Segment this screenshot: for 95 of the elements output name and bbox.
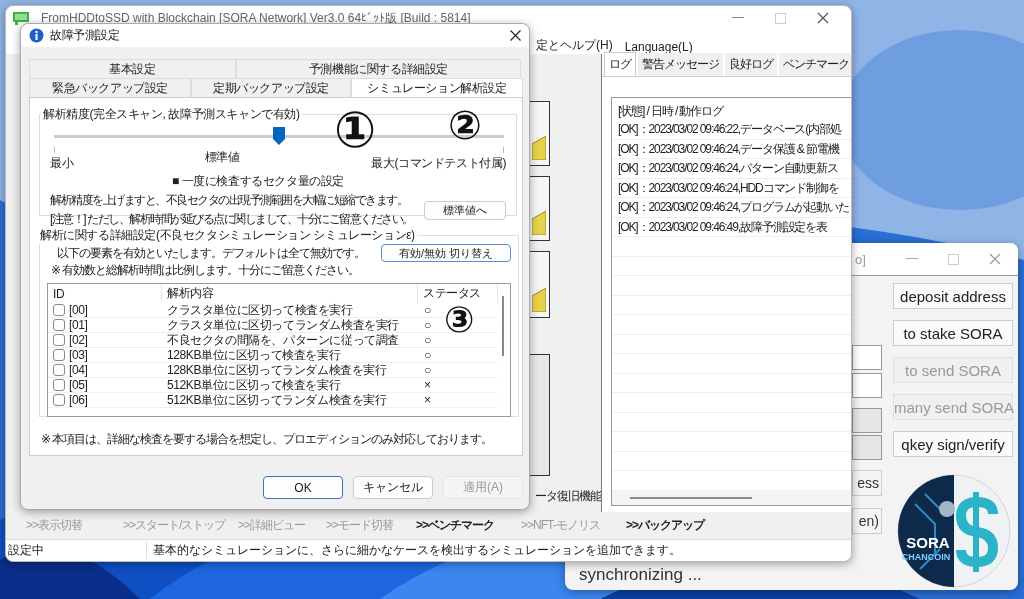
sync-status: synchronizing ... xyxy=(578,565,703,585)
column-header[interactable]: 解析内容 xyxy=(162,284,418,303)
settings-tab[interactable]: 緊急バックアップ設定 xyxy=(29,78,191,97)
note-text: ※ 本項目は、詳細な検査を要する場合を想定し、プロエディションのみ対応しております。 xyxy=(40,431,494,448)
menu-item[interactable]: 定とヘルプ(H) xyxy=(536,37,613,54)
log-tab[interactable]: 良好ログ xyxy=(725,53,777,76)
slider-label: 最小 xyxy=(50,155,74,172)
wallet-button[interactable]: qkey sign/verify xyxy=(893,431,1013,457)
checkbox[interactable] xyxy=(53,304,65,316)
table-cell: [04] xyxy=(69,363,88,377)
wallet-button[interactable]: to stake SORA xyxy=(893,320,1013,346)
menu-item[interactable]: Language(L) xyxy=(624,40,693,54)
table-cell: [06] xyxy=(69,393,88,407)
log-entry: [OK]：2023/03/02 09:46:24,HDDコマンド制御を xyxy=(612,178,851,198)
table-cell: ○ xyxy=(424,348,431,362)
input-field[interactable] xyxy=(852,408,882,433)
table-cell: × xyxy=(424,378,431,392)
description-text: 解析精度を上げますと、不良セクタの出現予測範囲を大幅に短縮できます。 xyxy=(50,192,408,209)
setting-caption: ■ 一度に検査するセクタ量の設定 xyxy=(170,173,346,190)
scrollbar-thumb[interactable] xyxy=(502,296,504,356)
slider-label: 標準値 xyxy=(204,149,240,166)
minimize-icon[interactable] xyxy=(906,258,918,260)
log-entry: [OK]：2023/03/02 09:46:22,データベース(内部処 xyxy=(612,120,851,140)
logo-text: SORA xyxy=(906,534,950,551)
slider-thumb[interactable] xyxy=(273,127,285,145)
group-title: 解析に関する詳細設定(不良セクタシミュレーション シミュレーションε) xyxy=(39,227,416,244)
log-entry: [OK]：2023/03/02 09:46:24,プログラムが起動いた xyxy=(612,198,851,218)
table-cell: クラスタ単位に区切って検査を実行 xyxy=(167,302,353,317)
wallet-button[interactable]: deposit address xyxy=(893,283,1013,309)
table-cell: 不良セクタの間隔を、パターンに従って調査 xyxy=(167,332,399,347)
table-cell: ○ xyxy=(424,363,431,377)
checkbox[interactable] xyxy=(53,379,65,391)
table-cell: [05] xyxy=(69,378,88,392)
table-cell: 128KB単位に区切って検査を実行 xyxy=(167,347,341,362)
log-header: [状態] / 日時 / 動作ログ xyxy=(617,103,725,120)
description-text: ※ 有効数と総解析時間は比例します。十分にご留意ください。 xyxy=(50,263,360,277)
group-title: 解析精度(完全スキャン, 故障予測スキャンで有効) xyxy=(42,106,301,123)
minimize-icon[interactable] xyxy=(732,17,744,19)
window-title: o] xyxy=(855,251,866,267)
column-header[interactable]: ステータス xyxy=(418,284,498,303)
callout-number: ② xyxy=(448,104,482,146)
table-cell: [01] xyxy=(69,318,88,332)
app-icon xyxy=(13,11,29,25)
table-cell: クラスタ単位に区切ってランダム検査を実行 xyxy=(167,317,399,332)
callout-number: ① xyxy=(334,104,377,157)
table-cell: [02] xyxy=(69,333,88,347)
dialog-title: 故障予測設定 xyxy=(50,27,120,44)
close-icon[interactable] xyxy=(817,12,829,24)
checkbox[interactable] xyxy=(53,334,65,346)
checkbox[interactable] xyxy=(53,319,65,331)
checkbox[interactable] xyxy=(53,349,65,361)
input-field[interactable] xyxy=(852,435,882,460)
settings-tab[interactable]: シミュレーション解析設定 xyxy=(351,78,523,97)
input-field[interactable] xyxy=(852,373,882,398)
window-title: FromHDDtoSSD with Blockchain [SORA Network] Ver3.0 64ﾋﾞｯﾄ版 [Build : 5814] xyxy=(41,11,471,25)
wallet-button[interactable]: en) xyxy=(852,508,882,534)
table-cell: [03] xyxy=(69,348,88,362)
table-cell: 512KB単位に区切ってランダム検査を実行 xyxy=(167,392,387,407)
table-cell: ○ xyxy=(424,303,431,317)
table-cell: 512KB単位に区切って検査を実行 xyxy=(167,377,341,392)
feature-label: ータ復旧機能 xyxy=(535,488,601,505)
description-text: 以下の要素を有効といたします。デフォルトは全て無効です。 xyxy=(56,244,365,262)
log-entry: [OK]：2023/03/02 09:46:24,パターン自動更新ス xyxy=(612,159,851,179)
callout-number: ③ xyxy=(444,301,475,339)
status-text: 設定中 xyxy=(6,542,147,559)
log-entry: [OK]：2023/03/02 09:46:49,故障予測設定を表 xyxy=(612,217,851,237)
slider-label: 最大(コマンドテスト付属) xyxy=(371,155,506,172)
close-icon[interactable] xyxy=(510,30,521,41)
checkbox[interactable] xyxy=(53,394,65,406)
status-message: 基本的なシミュレーションに、さらに細かなケースを検出するシミュレーションを追加できます。 xyxy=(152,542,681,559)
log-tab[interactable]: 警告メッセージ xyxy=(638,53,723,76)
dialog-button[interactable]: キャンセル xyxy=(353,476,433,499)
checkbox[interactable] xyxy=(53,364,65,376)
log-tab[interactable]: ベンチマーク xyxy=(779,53,851,76)
nav-link[interactable]: >>ベンチマーク xyxy=(416,517,521,534)
settings-tab[interactable]: 定期バックアップ設定 xyxy=(191,78,351,97)
settings-tab[interactable]: 基本設定 xyxy=(29,59,236,78)
toggle-button[interactable]: 有効/無効 切り替え xyxy=(381,244,511,262)
log-tab[interactable]: ログ xyxy=(604,52,636,76)
nav-link[interactable]: >>バックアップ xyxy=(626,517,723,534)
settings-tab[interactable]: 予測機能に関する詳細設定 xyxy=(236,59,521,78)
dialog-button[interactable]: OK xyxy=(263,476,343,499)
reset-button[interactable]: 標準値へ xyxy=(424,200,506,220)
table-cell: × xyxy=(424,393,431,407)
wallet-button[interactable]: ess xyxy=(852,470,882,496)
table-cell: ○ xyxy=(424,333,431,347)
input-field[interactable] xyxy=(852,345,882,370)
description-text: [注意！] ただし、解析時間が延びる点に関しまして、十分にご留意ください。 xyxy=(50,211,413,228)
column-header[interactable]: ID xyxy=(48,284,162,303)
log-entry: [OK]：2023/03/02 09:46:24,データ保護 & 節電機 xyxy=(612,139,851,159)
table-cell: ○ xyxy=(424,318,431,332)
info-icon xyxy=(29,28,44,43)
scrollbar-thumb[interactable] xyxy=(630,497,752,499)
table-cell: [00] xyxy=(69,303,88,317)
table-cell: 128KB単位に区切ってランダム検査を実行 xyxy=(167,362,387,377)
